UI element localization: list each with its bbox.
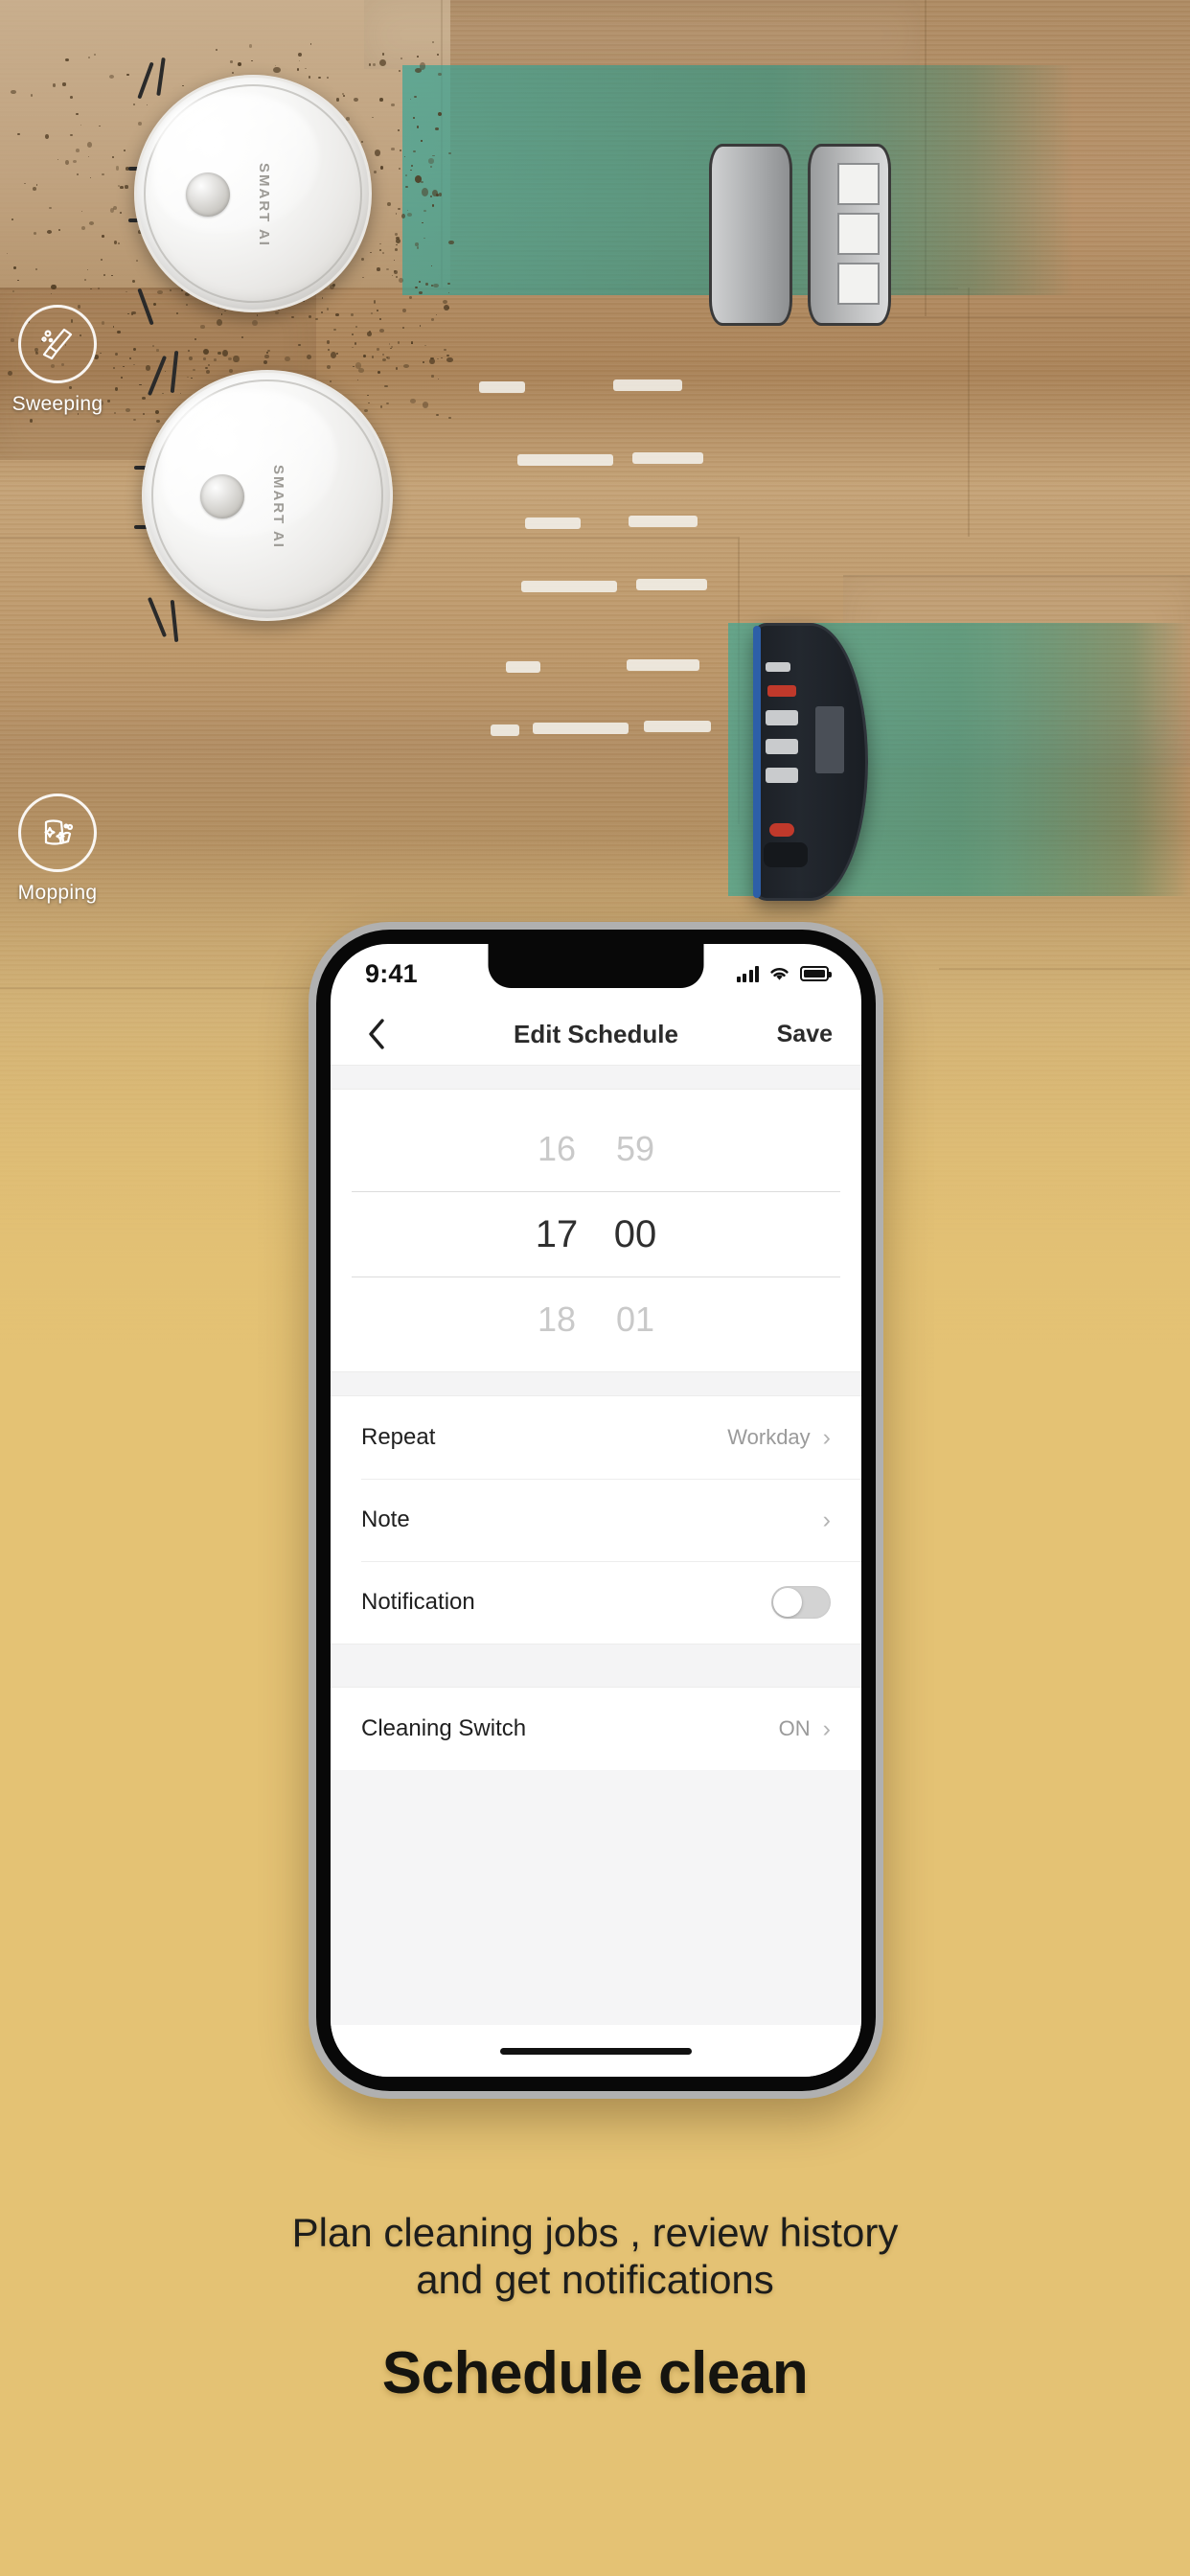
settings-row-value: ON bbox=[778, 1716, 811, 1740]
dustbin-left-half bbox=[709, 144, 793, 326]
minute-value-selected: 00 bbox=[613, 1213, 657, 1255]
caption-block: Plan cleaning jobs , review history and … bbox=[0, 2209, 1190, 2407]
bumper-edge bbox=[753, 626, 761, 898]
water-streak bbox=[491, 724, 519, 736]
battery-full-icon bbox=[800, 966, 832, 981]
hand-wiping-cloth-icon bbox=[18, 794, 97, 872]
underside-component bbox=[766, 710, 798, 725]
robot-brand-label: SMART AI bbox=[270, 465, 286, 549]
hour-value: 16 bbox=[537, 1129, 577, 1168]
status-bar-time: 9:41 bbox=[365, 958, 418, 988]
time-picker-row-selected[interactable]: 17 00 bbox=[331, 1192, 861, 1276]
water-streak bbox=[525, 518, 581, 529]
chevron-right-icon: › bbox=[822, 1714, 831, 1742]
badge-label: Sweeping bbox=[11, 393, 103, 415]
badge-sweeping: Sweeping bbox=[0, 305, 115, 416]
phone-screen: 9:41 Edit Schedule Save 16 59 17 00 18 0… bbox=[331, 944, 861, 2077]
section-gap bbox=[331, 1644, 861, 1688]
settings-row-cleaning-switch[interactable]: Cleaning Switch ON › bbox=[331, 1688, 861, 1770]
minute-value: 59 bbox=[615, 1129, 655, 1168]
water-streak bbox=[479, 381, 525, 393]
water-streak bbox=[644, 721, 711, 732]
water-streak bbox=[636, 579, 707, 590]
robot-power-button bbox=[200, 474, 244, 518]
settings-row-label: Note bbox=[361, 1506, 410, 1532]
robot-brand-label: SMART AI bbox=[256, 163, 272, 247]
broom-icon bbox=[18, 305, 97, 383]
settings-row-repeat[interactable]: Repeat Workday › bbox=[331, 1396, 861, 1479]
minute-value: 01 bbox=[615, 1300, 655, 1339]
settings-row-label: Repeat bbox=[361, 1424, 436, 1450]
settings-row-label: Notification bbox=[361, 1589, 475, 1615]
badge-mopping: Mopping bbox=[0, 794, 115, 905]
status-bar: 9:41 bbox=[331, 944, 861, 1003]
water-streak bbox=[613, 380, 682, 391]
robot-wheel bbox=[764, 842, 808, 867]
caption-subtitle-line2: and get notifications bbox=[416, 2257, 774, 2303]
water-streak bbox=[517, 454, 613, 466]
settings-row-notification[interactable]: Notification bbox=[331, 1561, 861, 1644]
filter-pad bbox=[837, 163, 880, 205]
chevron-left-icon bbox=[369, 1019, 384, 1049]
settings-row-value: Workday bbox=[727, 1425, 811, 1449]
badge-label: Mopping bbox=[17, 882, 98, 904]
underside-indicator bbox=[769, 823, 794, 837]
water-streak bbox=[632, 452, 703, 464]
nav-bar: Edit Schedule Save bbox=[331, 1003, 861, 1065]
underside-indicator bbox=[767, 685, 796, 697]
section-gap bbox=[331, 1371, 861, 1396]
hour-value-selected: 17 bbox=[535, 1213, 579, 1255]
plank-seam bbox=[939, 968, 1190, 970]
settings-row-label: Cleaning Switch bbox=[361, 1715, 527, 1741]
notification-toggle[interactable] bbox=[771, 1586, 831, 1619]
cellular-signal-icon bbox=[736, 965, 759, 982]
filter-pad bbox=[837, 263, 880, 305]
caption-subtitle-line1: Plan cleaning jobs , review history bbox=[291, 2210, 899, 2255]
settings-group-secondary: Cleaning Switch ON › bbox=[331, 1688, 861, 1770]
underside-component bbox=[815, 706, 844, 773]
toggle-knob bbox=[773, 1588, 802, 1617]
water-streak bbox=[533, 723, 629, 734]
time-picker[interactable]: 16 59 17 00 18 01 bbox=[331, 1090, 861, 1371]
settings-group-primary: Repeat Workday › Note › Notification bbox=[331, 1396, 861, 1644]
save-button[interactable]: Save bbox=[777, 1021, 833, 1048]
water-streak bbox=[521, 581, 617, 592]
home-indicator[interactable] bbox=[331, 2025, 861, 2077]
chevron-right-icon: › bbox=[822, 1423, 831, 1451]
settings-row-note[interactable]: Note › bbox=[331, 1479, 861, 1561]
time-picker-row-previous[interactable]: 16 59 bbox=[331, 1107, 861, 1191]
dustbin-filter-module bbox=[709, 144, 891, 326]
water-streak bbox=[506, 661, 540, 673]
content-filler bbox=[331, 1770, 861, 2025]
robot-vacuum-sweeping: SMART AI bbox=[128, 57, 372, 326]
water-streak bbox=[629, 516, 698, 527]
water-streak bbox=[627, 659, 699, 671]
robot-power-button bbox=[186, 172, 230, 217]
chevron-right-icon: › bbox=[822, 1506, 831, 1533]
underside-component bbox=[766, 768, 798, 783]
time-picker-row-next[interactable]: 18 01 bbox=[331, 1277, 861, 1362]
section-gap bbox=[331, 1065, 861, 1090]
plank-seam bbox=[968, 288, 970, 537]
wifi-icon bbox=[770, 968, 789, 980]
hour-value: 18 bbox=[537, 1300, 577, 1339]
phone-mockup: 9:41 Edit Schedule Save 16 59 17 00 18 0… bbox=[309, 922, 883, 2099]
underside-component bbox=[766, 662, 790, 672]
back-button[interactable] bbox=[359, 1017, 394, 1051]
underside-component bbox=[766, 739, 798, 754]
filter-pad bbox=[837, 213, 880, 255]
robot-vacuum-mopping: SMART AI bbox=[134, 350, 393, 643]
caption-title: Schedule clean bbox=[381, 2340, 809, 2407]
robot-underside bbox=[753, 623, 868, 901]
